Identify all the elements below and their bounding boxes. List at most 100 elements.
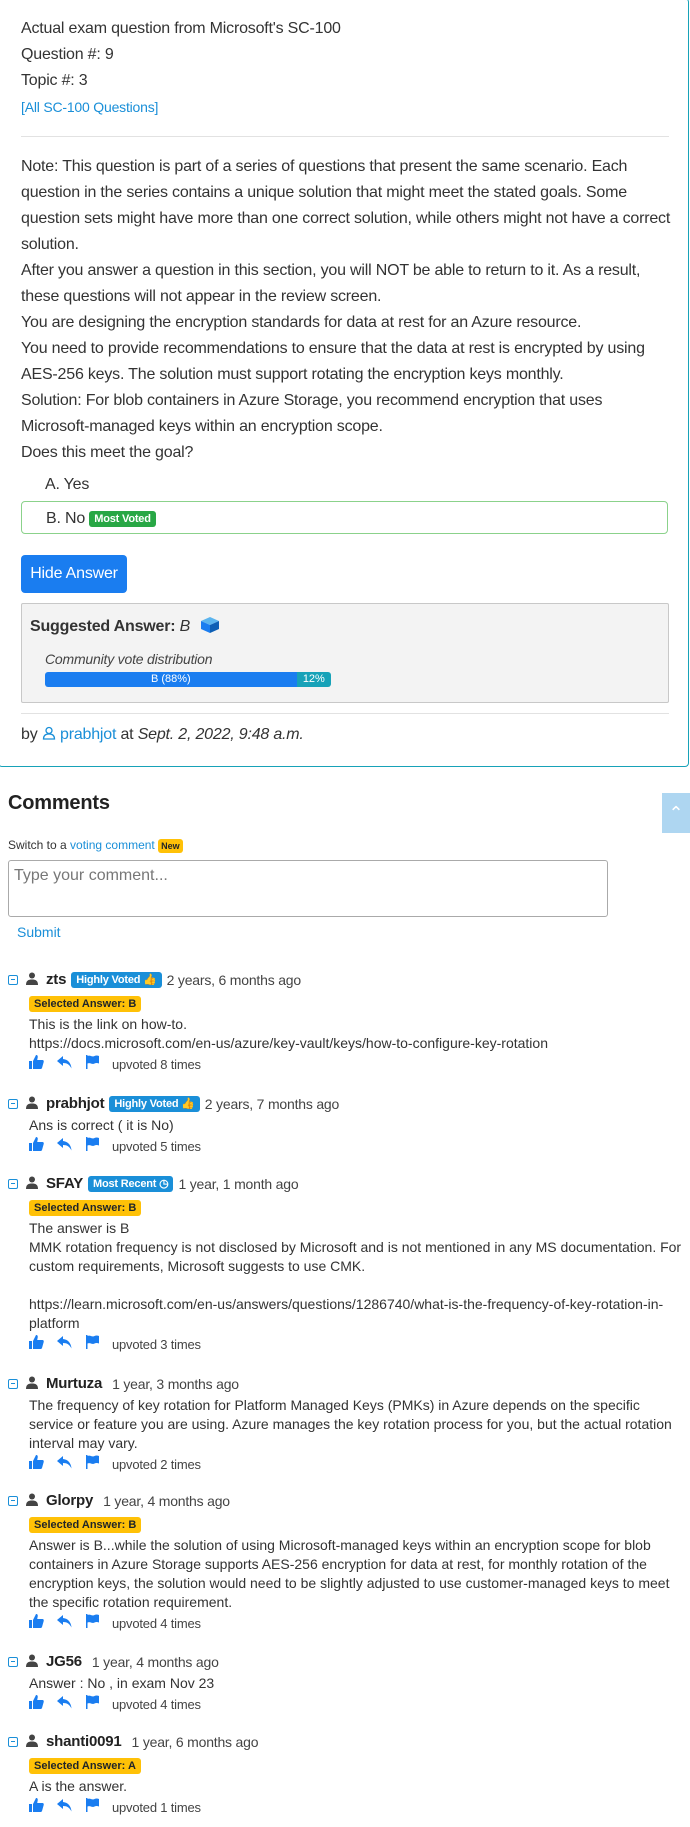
author-link[interactable]: prabhjot [60, 726, 116, 743]
scroll-to-top-button[interactable]: ⌃ [662, 793, 690, 833]
cube-icon [200, 616, 220, 639]
comment-text: Answer is B...while the solution of usin… [29, 1537, 670, 1610]
upvote-icon[interactable] [29, 1137, 44, 1155]
thumbs-up-icon: 👍 [181, 1098, 195, 1110]
comment-time: 1 year, 1 month ago [178, 1176, 299, 1192]
reply-icon[interactable] [57, 1335, 72, 1353]
flag-icon[interactable] [85, 1695, 99, 1713]
user-icon [26, 1372, 38, 1396]
suggested-answer-value: B [179, 618, 191, 635]
collapse-icon[interactable] [8, 1496, 18, 1506]
vote-distribution-bar: B (88%) 12% [45, 672, 331, 687]
comment-time: 1 year, 4 months ago [103, 1493, 230, 1509]
user-icon [26, 1650, 38, 1674]
comment-username[interactable]: JG56 [46, 1650, 82, 1674]
comment-input[interactable]: Type your comment... [8, 860, 608, 917]
comment-body: Selected Answer: B The answer is B MMK rot… [29, 1196, 683, 1333]
question-paragraph: You are designing the encryption standar… [21, 314, 582, 331]
comment-text: https://learn.microsoft.com/en-us/answer… [29, 1296, 664, 1331]
reply-icon[interactable] [57, 1798, 72, 1816]
flag-icon[interactable] [85, 1055, 99, 1073]
switch-text: Switch to a [8, 838, 67, 852]
upvote-icon[interactable] [29, 1798, 44, 1816]
comment-username[interactable]: Glorpy [46, 1489, 93, 1513]
comment-username[interactable]: SFAY [46, 1172, 83, 1196]
upvote-count: upvoted 8 times [112, 1056, 201, 1072]
question-paragraph: Solution: For blob containers in Azure S… [21, 392, 603, 435]
upvote-icon[interactable] [29, 1614, 44, 1632]
user-icon [26, 968, 38, 992]
comment-item: Glorpy 1 year, 4 months ago Selected Answe… [8, 1489, 683, 1634]
reply-icon[interactable] [57, 1614, 72, 1632]
collapse-icon[interactable] [8, 1179, 18, 1189]
reply-icon[interactable] [57, 1055, 72, 1073]
reply-icon[interactable] [57, 1695, 72, 1713]
comment-username[interactable]: zts [46, 968, 66, 992]
comment-badge: Highly Voted 👍 [109, 1096, 200, 1112]
comment-username[interactable]: prabhjot [46, 1092, 105, 1116]
all-questions-link[interactable]: [All SC-100 Questions] [21, 99, 158, 115]
reply-icon[interactable] [57, 1137, 72, 1155]
collapse-icon[interactable] [8, 1657, 18, 1667]
upvote-icon[interactable] [29, 1455, 44, 1473]
choice-label: A. Yes [45, 476, 90, 493]
comment-time: 1 year, 4 months ago [91, 1654, 219, 1670]
comment-item: zts Highly Voted 👍 2 years, 6 months ago Se… [8, 968, 683, 1075]
collapse-icon[interactable] [8, 1099, 18, 1109]
vote-bar-b: B (88%) [45, 672, 297, 687]
comment-actions: upvoted 3 times [29, 1333, 683, 1355]
comment-time: 2 years, 7 months ago [204, 1096, 340, 1112]
exam-title: Actual exam question from Microsoft's SC… [21, 20, 341, 37]
collapse-icon[interactable] [8, 1737, 18, 1747]
comment-body: Answer : No , in exam Nov 23 [29, 1674, 683, 1693]
collapse-icon[interactable] [8, 1379, 18, 1389]
upvote-count: upvoted 1 times [112, 1799, 201, 1815]
upvote-count: upvoted 2 times [112, 1456, 201, 1472]
upvote-count: upvoted 3 times [112, 1336, 201, 1352]
comment-time: 1 year, 3 months ago [112, 1376, 239, 1392]
flag-icon[interactable] [85, 1335, 99, 1353]
comment-username[interactable]: Murtuza [46, 1372, 102, 1396]
flag-icon[interactable] [85, 1614, 99, 1632]
collapse-icon[interactable] [8, 975, 18, 985]
comment-badge: Most Recent ◷ [88, 1176, 174, 1192]
user-icon [26, 1489, 38, 1513]
comment-body: The frequency of key rotation for Platfo… [29, 1396, 683, 1453]
comment-body: Selected Answer: B This is the link on ho… [29, 992, 683, 1053]
question-paragraph: Note: This question is part of a series … [21, 158, 671, 253]
comments-title: Comments [8, 792, 110, 814]
comment-item: shanti0091 1 year, 6 months ago Selected A… [8, 1730, 683, 1818]
comment-text: https://docs.microsoft.com/en-us/azure/k… [29, 1035, 548, 1051]
submit-link[interactable]: Submit [17, 924, 61, 940]
flag-icon[interactable] [85, 1137, 99, 1155]
choice-a[interactable]: A. Yes [21, 468, 668, 501]
upvote-icon[interactable] [29, 1695, 44, 1713]
upvote-icon[interactable] [29, 1055, 44, 1073]
selected-answer-badge: Selected Answer: B [29, 1200, 142, 1216]
question-paragraph: Does this meet the goal? [21, 444, 194, 461]
comment-item: prabhjot Highly Voted 👍 2 years, 7 months … [8, 1092, 683, 1157]
user-icon [26, 1172, 38, 1196]
comment-body: Ans is correct ( it is No) [29, 1116, 683, 1135]
comment-badge: Highly Voted 👍 [71, 972, 162, 988]
choice-b[interactable]: B. No Most Voted [21, 501, 668, 534]
comment-body: Selected Answer: A A is the answer. [29, 1754, 683, 1796]
comment-actions: upvoted 8 times [29, 1053, 683, 1075]
flag-icon[interactable] [85, 1798, 99, 1816]
upvote-icon[interactable] [29, 1335, 44, 1353]
flag-icon[interactable] [85, 1455, 99, 1473]
topic-number: Topic #: 3 [21, 72, 88, 89]
voting-comment-link[interactable]: voting comment [70, 838, 155, 852]
comment-actions: upvoted 5 times [29, 1135, 683, 1157]
hide-answer-button[interactable]: Hide Answer [21, 555, 127, 593]
reply-icon[interactable] [57, 1455, 72, 1473]
upvote-count: upvoted 4 times [112, 1615, 201, 1631]
comment-text: This is the link on how-to. [29, 1016, 187, 1032]
thumbs-up-icon: 👍 [143, 974, 157, 986]
selected-answer-badge: Selected Answer: A [29, 1758, 141, 1774]
comment-spacer [29, 1276, 683, 1295]
by-text: by [21, 726, 38, 743]
new-badge: New [158, 838, 183, 853]
at-text: at [120, 726, 134, 743]
comment-username[interactable]: shanti0091 [46, 1730, 122, 1754]
